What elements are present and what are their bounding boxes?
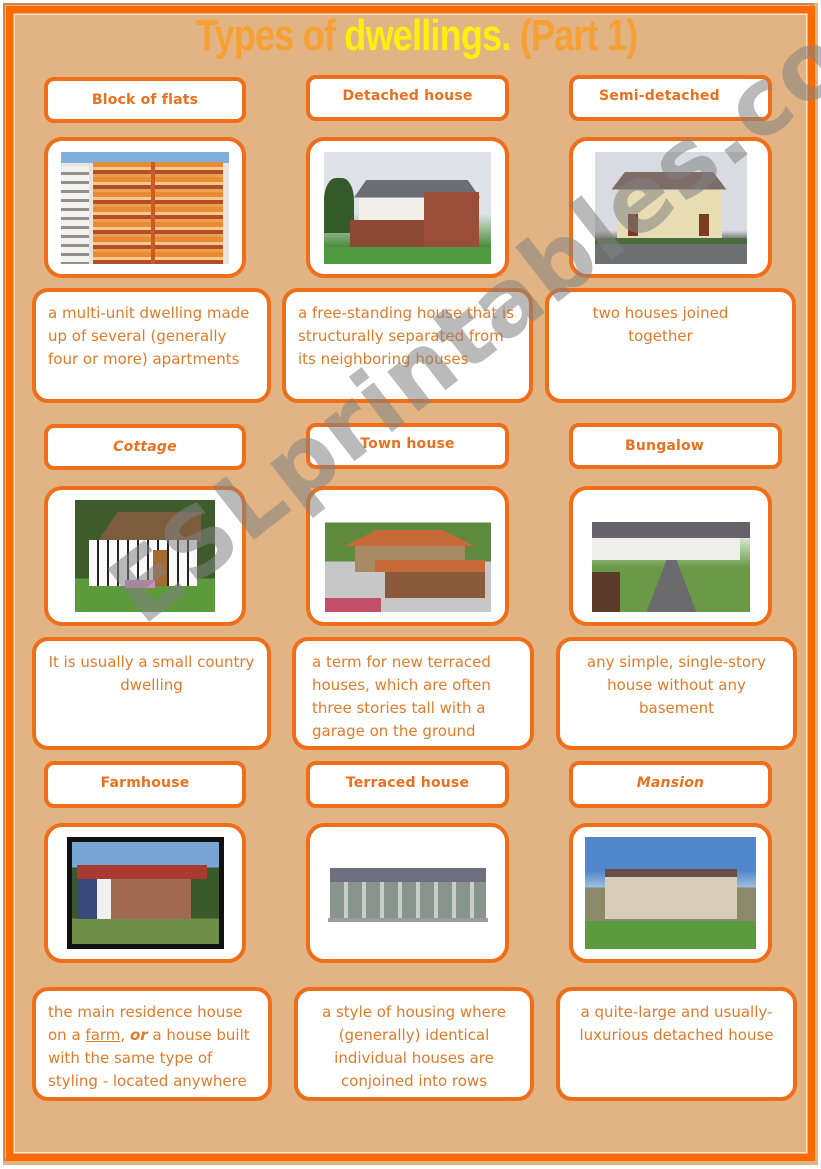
description-text: two houses joined together [592,304,729,345]
label-text: Mansion [636,774,705,791]
title-part-1: Types of [195,11,345,60]
label-text: Terraced house [345,774,470,791]
detached-house-photo [324,151,491,264]
town-house-photo [324,500,491,612]
label-text: Cottage [113,439,177,455]
description-detached-house: a free-standing house that is structural… [282,288,533,403]
label-text: Farmhouse [100,774,190,791]
description-text: a free-standing house that is structural… [298,304,515,368]
image-card-mansion [569,823,772,963]
label-bungalow: Bungalow [569,423,782,469]
description-cottage: It is usually a small country dwelling [32,637,271,750]
label-text: Semi-detached [599,88,720,104]
label-town-house: Town house [306,423,509,469]
label-farmhouse: Farmhouse [44,761,246,808]
label-text: Detached house [342,88,473,104]
label-text: Town house [360,436,455,452]
description-text: , [120,1026,130,1044]
label-text: Block of flats [91,92,199,108]
image-card-block-of-flats [44,137,246,278]
semi-detached-photo [594,151,747,264]
mansion-photo [585,837,756,949]
block-of-flats-photo [61,151,229,264]
label-terraced-house: Terraced house [306,761,509,808]
image-card-town-house [306,486,509,626]
description-semi-detached: two houses joined together [545,288,796,403]
label-cottage: Cottage [44,424,246,470]
image-card-terraced-house [306,823,509,963]
label-semi-detached: Semi-detached [569,75,772,121]
farmhouse-photo [66,837,224,949]
description-emphasis: or [129,1026,148,1044]
image-card-semi-detached [569,137,772,278]
image-card-detached-house [306,137,509,278]
description-text: a term for new terraced houses, which ar… [312,653,491,740]
description-text: a style of housing where (generally) ide… [322,1003,506,1090]
label-text: Bungalow [624,438,705,454]
description-mansion: a quite-large and usually-luxurious deta… [556,987,797,1101]
label-mansion: Mansion [569,761,772,808]
description-block-of-flats: a multi-unit dwelling made up of several… [32,288,271,403]
farm-link[interactable]: farm [85,1026,120,1044]
label-block-of-flats: Block of flats [44,77,246,123]
bungalow-photo [591,500,750,612]
description-text: It is usually a small country dwelling [48,653,255,694]
image-card-bungalow [569,486,772,626]
cottage-photo [75,500,215,612]
description-terraced-house: a style of housing where (generally) ide… [294,987,534,1101]
terraced-house-photo [327,858,488,928]
description-text: a quite-large and usually-luxurious deta… [579,1003,774,1044]
page-title: Types of dwellings. (Part 1) [80,10,753,62]
description-text: any simple, single-story house without a… [586,653,767,717]
description-text: a multi-unit dwelling made up of several… [48,304,250,368]
description-town-house: a term for new terraced houses, which ar… [292,637,534,750]
description-farmhouse: the main residence house on a farm, or a… [32,987,272,1101]
image-card-cottage [44,486,246,626]
description-bungalow: any simple, single-story house without a… [556,637,797,750]
label-detached-house: Detached house [306,75,509,121]
title-part-3: (Part 1) [510,11,639,60]
title-part-2: dwellings. [344,11,511,60]
image-card-farmhouse [44,823,246,963]
